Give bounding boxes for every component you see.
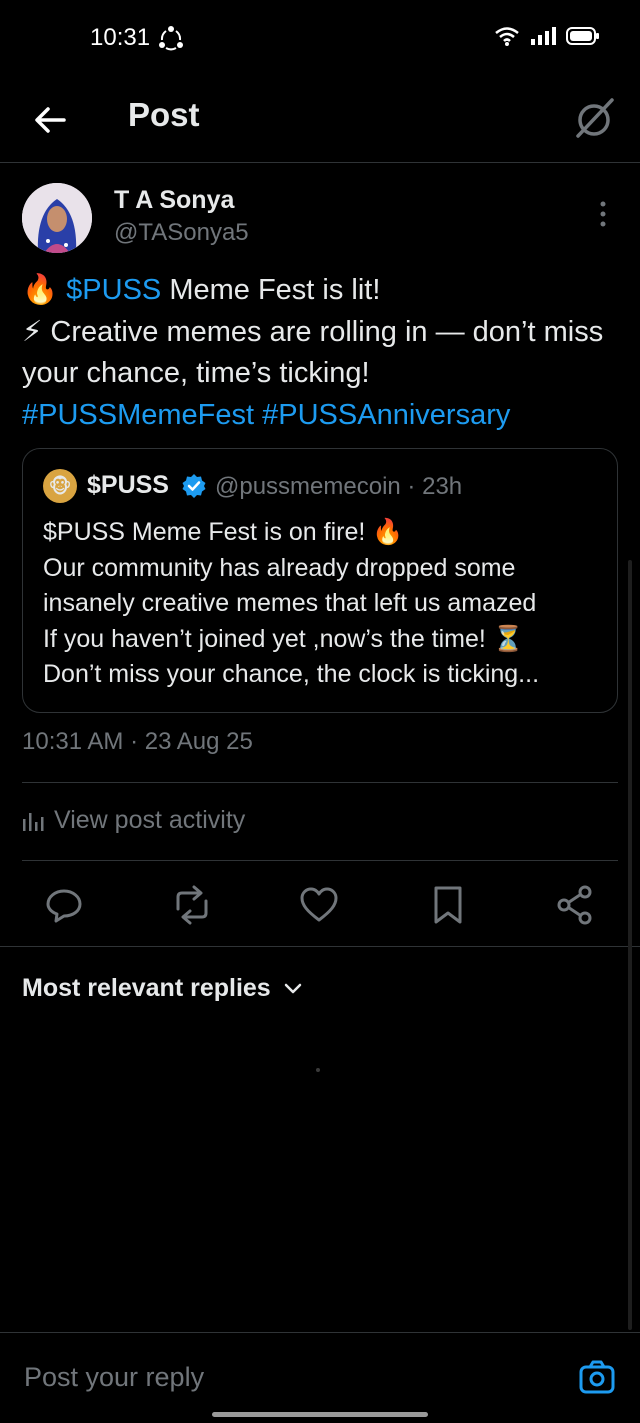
replies-sort-label: Most relevant replies xyxy=(22,974,271,1002)
post-line-2: ⚡ Creative memes are rolling in — don’t … xyxy=(22,315,604,390)
view-post-activity-label: View post activity xyxy=(54,806,246,834)
scrollbar[interactable] xyxy=(628,560,632,1330)
author-name[interactable]: T A Sonya xyxy=(114,186,234,215)
status-time: 10:31 xyxy=(90,24,151,51)
divider xyxy=(0,946,640,947)
battery-icon xyxy=(566,27,599,45)
loading-indicator xyxy=(316,1068,320,1072)
top-bar: Post xyxy=(0,80,640,163)
quote-author-name: $PUSS xyxy=(87,471,169,499)
wifi-icon xyxy=(495,27,519,46)
page-title: Post xyxy=(128,96,200,133)
grok-icon[interactable] xyxy=(572,96,616,140)
home-indicator[interactable] xyxy=(212,1412,428,1417)
reply-composer xyxy=(0,1332,640,1423)
signal-icon xyxy=(531,27,556,45)
hashtag-link[interactable]: #PUSSMemeFest xyxy=(22,399,254,431)
fire-emoji: 🔥 xyxy=(22,274,59,306)
quote-line: $PUSS Meme Fest is on fire! 🔥 xyxy=(43,518,404,546)
more-options-icon[interactable] xyxy=(590,198,616,230)
reply-input[interactable] xyxy=(22,1361,506,1394)
quote-handle-time: @pussmemecoin · 23h xyxy=(215,473,463,500)
verified-badge-icon xyxy=(182,474,206,498)
status-icons xyxy=(494,26,600,46)
repost-icon[interactable] xyxy=(170,883,214,927)
quoted-post[interactable]: 🐵 $PUSS @pussmemecoin · 23h $PUSS Meme F… xyxy=(22,448,618,713)
quote-line: Don’t miss your chance, the clock is tic… xyxy=(43,660,540,688)
post-line-1: Meme Fest is lit! xyxy=(161,274,381,306)
camera-icon[interactable] xyxy=(578,1358,616,1396)
back-arrow-icon[interactable] xyxy=(30,100,70,140)
quote-text: $PUSS Meme Fest is on fire! 🔥 Our commun… xyxy=(43,515,603,693)
view-post-activity[interactable]: View post activity xyxy=(22,806,245,835)
post-timestamp: 10:31 AM · 23 Aug 25 xyxy=(22,728,253,755)
avatar-image xyxy=(22,183,92,253)
quote-avatar: 🐵 xyxy=(43,469,77,503)
bookmark-icon[interactable] xyxy=(426,883,470,927)
divider xyxy=(22,782,618,783)
quote-line: Our community has already dropped some xyxy=(43,553,516,582)
sync-icon xyxy=(159,26,183,51)
quote-line: insanely creative memes that left us ama… xyxy=(43,589,537,617)
post-text: 🔥 $PUSS Meme Fest is lit! ⚡ Creative mem… xyxy=(22,270,622,436)
like-heart-icon[interactable] xyxy=(297,883,341,927)
author-handle[interactable]: @TASonya5 xyxy=(114,219,249,247)
divider xyxy=(22,860,618,861)
chevron-down-icon xyxy=(284,983,301,993)
avatar[interactable] xyxy=(22,183,92,253)
analytics-icon xyxy=(23,812,44,831)
replies-sort-dropdown[interactable]: Most relevant replies xyxy=(22,974,303,1003)
reply-icon[interactable] xyxy=(42,883,86,927)
share-icon[interactable] xyxy=(553,883,597,927)
quote-line: If you haven’t joined yet ,now’s the tim… xyxy=(43,624,524,653)
cashtag-link[interactable]: $PUSS xyxy=(66,274,161,306)
hashtag-link[interactable]: #PUSSAnniversary xyxy=(262,399,510,431)
status-bar: 10:31 xyxy=(0,0,640,80)
